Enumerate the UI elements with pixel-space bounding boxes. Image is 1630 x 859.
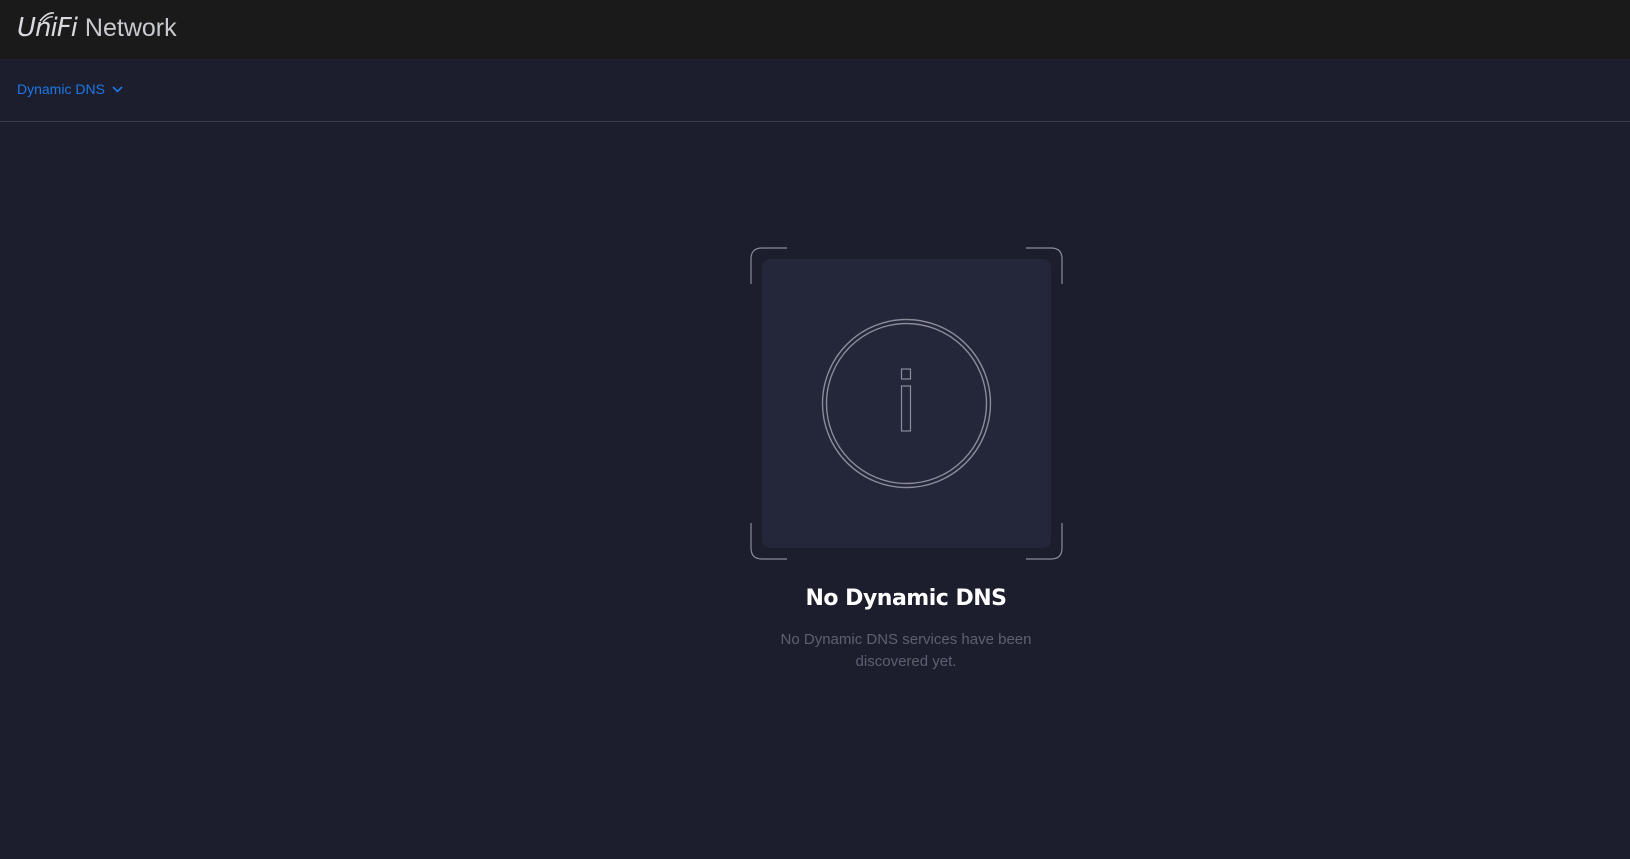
empty-state: No Dynamic DNS No Dynamic DNS services h…	[0, 0, 1630, 859]
chevron-down-icon	[112, 85, 123, 93]
unifi-logo[interactable]: UniFi Network	[17, 10, 177, 46]
section-dropdown[interactable]: Dynamic DNS	[17, 81, 123, 97]
logo-app-name: Network	[84, 14, 177, 42]
empty-state-title: No Dynamic DNS	[805, 586, 1007, 611]
top-bar: UniFi Network	[0, 0, 1630, 59]
illustration-card	[762, 259, 1051, 548]
section-dropdown-label: Dynamic DNS	[17, 81, 105, 97]
wifi-mark-icon	[39, 12, 55, 22]
sub-navigation: Dynamic DNS	[0, 59, 1630, 122]
frame-corners	[750, 247, 1063, 560]
info-icon	[821, 318, 992, 489]
empty-state-description: No Dynamic DNS services have been discov…	[780, 631, 1032, 670]
empty-state-illustration	[750, 247, 1063, 560]
